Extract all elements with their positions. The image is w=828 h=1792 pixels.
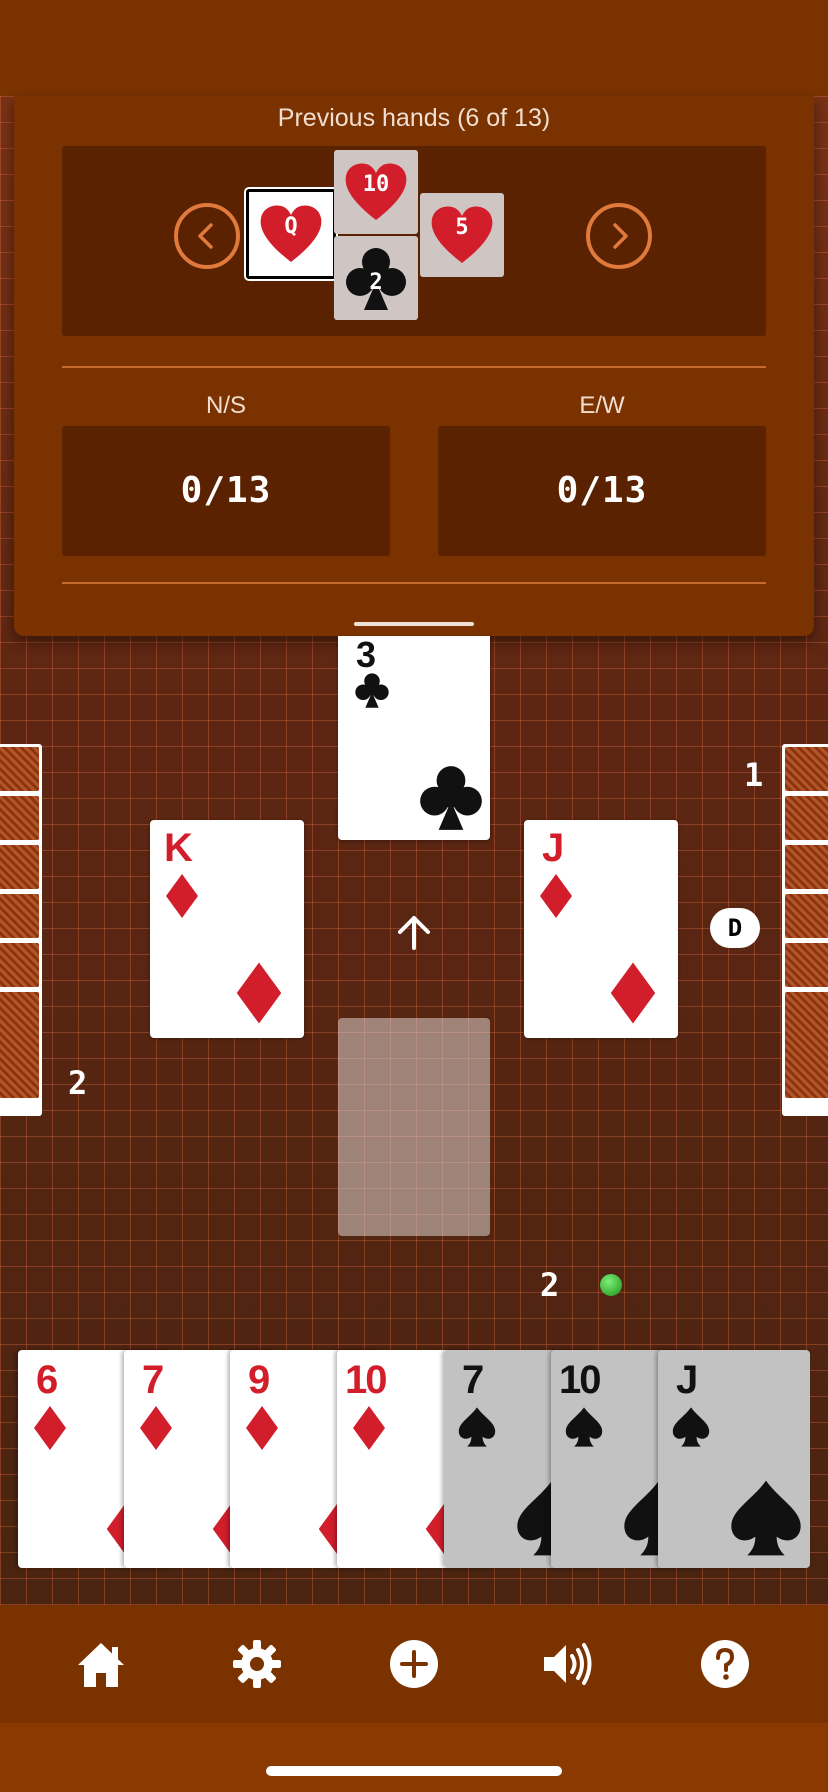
turn-indicator: [600, 1274, 622, 1296]
diamond-icon: [246, 1406, 278, 1450]
west-tricks-count: 2: [68, 1064, 88, 1102]
hand-card-j-spades[interactable]: J: [658, 1350, 810, 1568]
panel-divider: [62, 366, 766, 368]
diamond-icon: [34, 1406, 66, 1450]
club-icon: [420, 766, 482, 830]
trick-card-queen-hearts: Q: [246, 189, 336, 279]
help-icon[interactable]: [698, 1637, 752, 1691]
trick-card-rank: Q: [284, 214, 298, 239]
card-rank: J: [676, 1358, 699, 1402]
chevron-right-icon: [613, 223, 628, 249]
north-played-card: 3: [338, 636, 490, 840]
ew-score: 0/13: [438, 426, 766, 556]
ew-label: E/W: [579, 392, 625, 419]
dealer-badge: D: [710, 908, 760, 948]
card-rank: 9: [248, 1358, 271, 1402]
east-hand-backs: [782, 744, 828, 1116]
previous-hands-panel: Previous hands (6 of 13) Q 10 5 2 N/S E/…: [14, 96, 814, 636]
arrow-up-icon: [398, 916, 430, 950]
card-rank: 6: [36, 1358, 59, 1402]
card-rank: J: [542, 826, 565, 870]
trick-card-five-hearts: 5: [420, 193, 504, 277]
card-rank: 10: [345, 1358, 387, 1402]
south-tricks-count: 2: [540, 1266, 560, 1304]
diamond-icon: [140, 1406, 172, 1450]
trick-card-rank: 10: [362, 172, 390, 197]
card-rank: 7: [462, 1358, 485, 1402]
ns-score: 0/13: [62, 426, 390, 556]
east-tricks-count: 1: [744, 756, 764, 794]
add-icon[interactable]: [387, 1637, 441, 1691]
trick-card-ten-hearts: 10: [334, 150, 418, 234]
chevron-left-icon: [198, 223, 213, 249]
spade-icon: [458, 1407, 496, 1447]
home-indicator-area: [0, 1723, 828, 1792]
trick-card-rank: 2: [369, 270, 383, 295]
west-hand-backs: [0, 744, 42, 1116]
spade-icon: [672, 1407, 710, 1447]
trick-card-rank: 5: [455, 215, 469, 240]
panel-drag-handle[interactable]: [354, 622, 474, 626]
settings-icon[interactable]: [230, 1637, 284, 1691]
spade-icon: [565, 1407, 603, 1447]
card-rank: K: [164, 826, 193, 870]
diamond-icon: [353, 1406, 385, 1450]
panel-divider: [62, 582, 766, 584]
card-rank: 10: [559, 1358, 601, 1402]
south-play-slot[interactable]: [338, 1018, 490, 1236]
previous-trick-button[interactable]: [174, 203, 240, 269]
diamond-icon: [236, 962, 282, 1024]
home-icon[interactable]: [74, 1637, 128, 1691]
east-played-card: J: [524, 820, 678, 1038]
club-icon: [355, 673, 389, 708]
trick-card-two-clubs: 2: [334, 236, 418, 320]
diamond-icon: [166, 874, 198, 918]
top-bar: [0, 0, 828, 96]
diamond-icon: [540, 874, 572, 918]
previous-trick-area: Q 10 5 2: [62, 146, 766, 336]
west-played-card: K: [150, 820, 304, 1038]
home-indicator[interactable]: [266, 1766, 562, 1776]
card-rank: 7: [142, 1358, 165, 1402]
previous-hands-title: Previous hands (6 of 13): [277, 104, 551, 132]
diamond-icon: [610, 962, 656, 1024]
ns-label: N/S: [205, 392, 246, 419]
next-trick-button[interactable]: [586, 203, 652, 269]
spade-icon: [731, 1480, 801, 1556]
sound-icon[interactable]: [540, 1637, 594, 1691]
